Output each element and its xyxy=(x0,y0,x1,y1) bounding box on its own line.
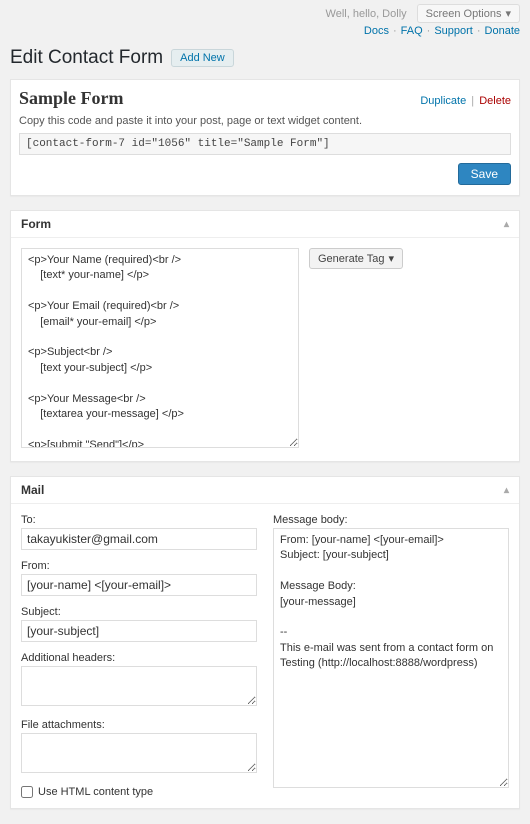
donate-link[interactable]: Donate xyxy=(485,25,520,37)
shortcode-instruction: Copy this code and paste it into your po… xyxy=(19,115,511,127)
file-attachments-textarea[interactable] xyxy=(21,733,257,773)
add-new-button[interactable]: Add New xyxy=(171,49,234,67)
page-title: Edit Contact Form xyxy=(10,47,163,69)
from-input[interactable] xyxy=(21,574,257,596)
delete-link[interactable]: Delete xyxy=(479,95,511,107)
separator-dash: · xyxy=(427,25,431,37)
generate-tag-button[interactable]: Generate Tag ▾ xyxy=(309,248,403,269)
top-bar: Well, hello, Dolly Screen Options ▾ xyxy=(0,0,530,25)
from-label: From: xyxy=(21,560,257,572)
subject-input[interactable] xyxy=(21,620,257,642)
message-body-textarea[interactable] xyxy=(273,528,509,788)
additional-headers-label: Additional headers: xyxy=(21,652,257,664)
docs-link[interactable]: Docs xyxy=(364,25,389,37)
save-button[interactable]: Save xyxy=(458,163,511,185)
page-header: Edit Contact Form Add New xyxy=(0,43,530,79)
use-html-label: Use HTML content type xyxy=(38,786,153,798)
title-actions: Duplicate | Delete xyxy=(420,95,511,107)
shortcode-display[interactable]: [contact-form-7 id="1056" title="Sample … xyxy=(19,133,511,155)
form-section-heading: Form xyxy=(21,217,51,231)
subject-label: Subject: xyxy=(21,606,257,618)
duplicate-link[interactable]: Duplicate xyxy=(420,95,466,107)
help-links: Docs · FAQ · Support · Donate xyxy=(0,25,530,43)
chevron-down-icon: ▾ xyxy=(388,252,394,265)
form-title: Sample Form xyxy=(19,88,123,109)
support-link[interactable]: Support xyxy=(434,25,473,37)
separator-pipe: | xyxy=(471,95,474,107)
title-panel: Sample Form Duplicate | Delete Copy this… xyxy=(10,79,520,196)
collapse-icon[interactable]: ▴ xyxy=(504,485,509,496)
chevron-down-icon: ▾ xyxy=(505,7,511,20)
additional-headers-textarea[interactable] xyxy=(21,666,257,706)
screen-options-button[interactable]: Screen Options ▾ xyxy=(417,4,520,23)
form-section: Form ▴ Generate Tag ▾ xyxy=(10,210,520,462)
separator-dash: · xyxy=(477,25,481,37)
to-input[interactable] xyxy=(21,528,257,550)
separator-dash: · xyxy=(393,25,397,37)
mail-section: Mail ▴ To: From: Subject: Additional hea… xyxy=(10,476,520,809)
faq-link[interactable]: FAQ xyxy=(401,25,423,37)
collapse-icon[interactable]: ▴ xyxy=(504,219,509,230)
form-content-textarea[interactable] xyxy=(21,248,299,448)
to-label: To: xyxy=(21,514,257,526)
mail-section-heading: Mail xyxy=(21,483,44,497)
screen-options-label: Screen Options xyxy=(426,8,502,20)
use-html-checkbox[interactable] xyxy=(21,786,33,798)
generate-tag-label: Generate Tag xyxy=(318,253,384,265)
hello-text: Well, hello, Dolly xyxy=(326,8,407,20)
file-attachments-label: File attachments: xyxy=(21,719,257,731)
message-body-label: Message body: xyxy=(273,514,509,526)
